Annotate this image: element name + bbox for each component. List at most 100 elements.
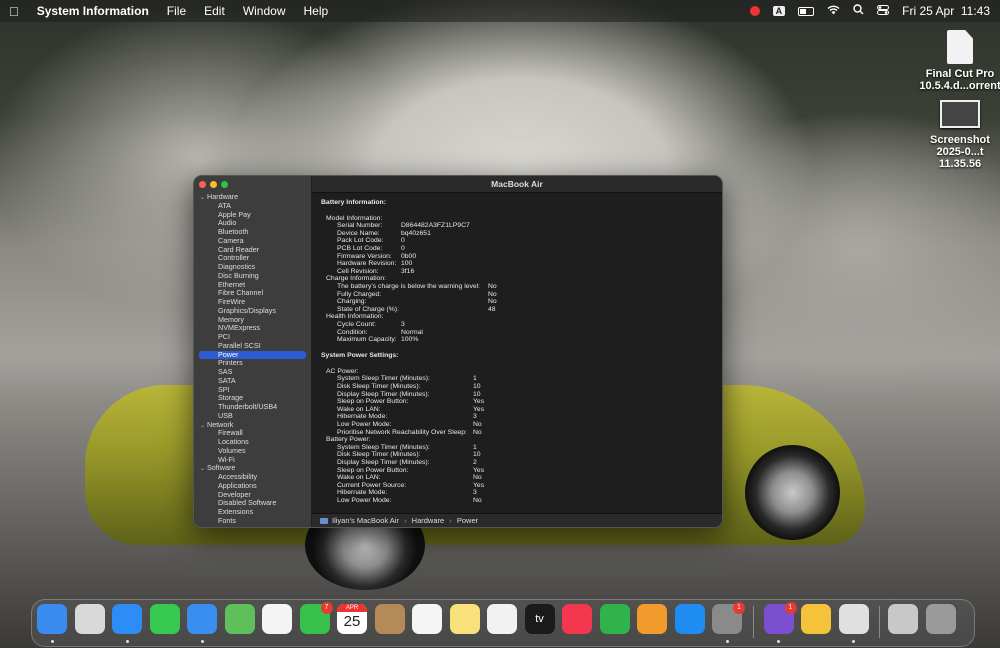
report-key: Hibernate Mode: [337,489,388,497]
path-item-section[interactable]: Power [457,516,478,525]
path-item-category[interactable]: Hardware [412,516,445,525]
safari-icon[interactable] [112,604,142,634]
sidebar-item-label: Power [218,349,239,359]
record-icon[interactable] [749,6,760,16]
running-indicator [725,640,729,643]
contacts-icon[interactable] [374,604,405,634]
report-row: Health Information: [321,313,716,321]
search-icon[interactable] [853,4,864,18]
sidebar-category[interactable]: ⌄ Hardware [194,192,311,203]
sidebar-item[interactable]: Thunderbolt/USB4 [194,402,311,412]
report-heading: System Power Settings: [321,352,399,360]
apple-menu-icon[interactable]:  [0,4,28,19]
sidebar-item[interactable]: NVMExpress [194,323,311,333]
sidebar-item[interactable]: Fonts [194,516,311,526]
report-row: Low Power Mode: No [321,421,716,429]
report-key: Cell Revision: [337,267,379,275]
finder-icon[interactable] [37,604,67,634]
photos-icon[interactable] [262,604,292,634]
path-item-device[interactable]: Iliyan’s MacBook Air [332,516,399,525]
sidebar-item[interactable]: Applications [194,480,311,491]
sidebar-item-label: Firewall [218,428,243,438]
desktop-item-final-cut[interactable]: Final Cut Pro 10.5.4.d...orrent [915,30,1000,92]
sidebar-item[interactable]: Printers [194,358,311,368]
report-row: Device Name: bq40z651 [321,230,716,238]
sidebar-item-label: Applications [218,480,257,490]
battery-icon[interactable] [798,6,815,16]
report-key: Device Name: [337,229,380,237]
downloads-folder-icon[interactable] [888,604,918,634]
pages-icon[interactable] [637,604,667,634]
sidebar-item[interactable]: Bluetooth [194,227,311,237]
system-information-icon[interactable] [838,604,869,634]
report-row: Cycle Count: 3 [321,321,716,329]
edit-menu[interactable]: Edit [195,4,234,18]
app-store-icon[interactable] [674,604,705,634]
report-row: Charge Information: [321,275,716,283]
path-separator: › [449,516,452,525]
report-row: Disk Sleep Timer (Minutes): 10 [321,451,716,459]
chevron-down-icon[interactable]: ⌄ [200,194,207,203]
report-value: Normal [401,328,423,336]
sidebar-item[interactable]: Graphics/Displays [194,305,311,316]
maps-icon[interactable] [224,604,255,634]
zoom-button[interactable] [221,181,228,188]
sidebar-item[interactable]: SAS [194,367,311,377]
sidebar-item[interactable]: Fibre Channel [194,288,311,298]
sidebar-item[interactable]: Volumes [194,446,311,456]
freeform-icon[interactable] [487,604,517,634]
report-text: Battery Information: Model Information: Se… [321,198,716,505]
file-menu[interactable]: File [158,4,195,18]
sidebar-item-label: Thunderbolt/USB4 [218,402,278,411]
report-row: Prioritise Network Reachability Over Sle… [321,429,716,437]
sidebar-item[interactable]: Parallel SCSI [194,341,311,351]
report-value: 1 [473,375,477,383]
sidebar-item[interactable]: Audio [194,218,311,228]
window-menu[interactable]: Window [234,4,295,18]
control-center-icon[interactable] [877,4,890,18]
reminders-icon[interactable] [412,604,442,634]
text-input-icon[interactable]: A [772,6,786,16]
report-key: Disk Sleep Timer (Minutes): [337,383,421,391]
sidebar-item-label: Graphics/Displays [218,305,276,315]
chevron-down-icon[interactable]: ⌄ [200,422,207,431]
report-row: Wake on LAN: Yes [321,406,716,414]
mail-icon[interactable] [187,604,217,634]
report-value: 48 [488,305,496,313]
sidebar-item[interactable]: Locations [194,437,311,447]
report-key: AC Power: [326,367,359,375]
close-button[interactable] [199,181,206,188]
screenshot-thumbnail [940,100,980,128]
wifi-icon[interactable] [827,4,840,18]
music-icon[interactable] [562,604,592,634]
report-heading: Battery Information: [321,199,386,206]
launchpad-icon[interactable] [74,604,105,634]
appletv-icon[interactable]: tv [524,604,555,634]
report-value: No [473,474,482,482]
calendar-icon[interactable]: APR 25 [337,604,367,634]
sidebar-item[interactable]: Disc Burning [194,271,311,281]
sidebar-item[interactable]: Firewall [194,428,311,438]
sidebar-item[interactable]: SPI [194,385,311,395]
sidebar-item[interactable]: SATA [194,376,311,386]
chevron-down-icon[interactable]: ⌄ [200,465,207,474]
help-menu[interactable]: Help [295,4,338,18]
report-value: 3f16 [401,267,415,275]
sidebar-item[interactable]: ATA [194,201,311,211]
sidebar-category[interactable]: ⌄ Network [194,420,311,431]
notes-icon[interactable] [449,604,480,634]
notification-badge: 1 [733,602,745,614]
sidebar-item[interactable]: Card Reader [194,245,311,255]
minimize-button[interactable] [210,181,217,188]
sidebar-item[interactable]: Power [199,349,306,360]
app-menu[interactable]: System Information [28,4,158,18]
report-key: Hardware Revision: [337,260,397,268]
desktop-item-screenshot[interactable]: Screenshot 2025-0...t 11.35.56 [915,100,1000,170]
menubar-clock[interactable]: Fri 25 Apr 11:43 [902,4,990,18]
messages-icon[interactable] [149,604,180,634]
sidebar-item[interactable]: Apple Pay [194,210,311,220]
numbers-icon[interactable] [599,604,630,634]
trash-icon[interactable] [925,604,956,634]
tips-icon[interactable] [801,604,831,634]
sidebar-item[interactable]: Extensions [194,507,311,517]
